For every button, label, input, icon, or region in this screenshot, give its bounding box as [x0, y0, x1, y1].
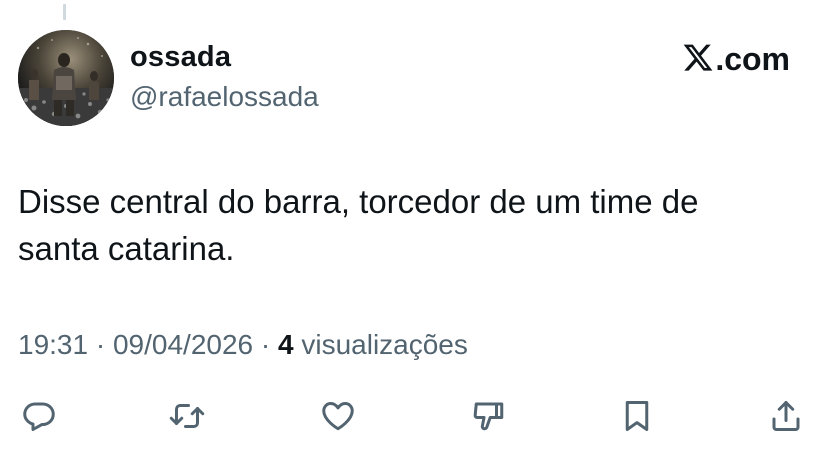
bookmark-icon — [625, 401, 649, 431]
like-button[interactable] — [315, 393, 361, 439]
views-count: 4 — [278, 329, 294, 360]
share-icon — [772, 401, 800, 431]
retweet-icon — [169, 404, 205, 428]
tweet-meta: 19:31 · 09/04/2026 · 4 visualizações — [18, 326, 468, 364]
brand-suffix: .com — [715, 41, 790, 77]
reply-button[interactable] — [16, 393, 62, 439]
tweet-text: Disse central do barra, torcedor de um t… — [18, 183, 699, 267]
reply-icon — [23, 402, 55, 431]
dislike-icon — [473, 402, 504, 431]
meta-separator: · — [260, 329, 271, 360]
action-bar — [0, 393, 828, 439]
meta-separator: · — [95, 329, 106, 360]
share-button[interactable] — [763, 393, 809, 439]
tweet-date[interactable]: 09/04/2026 — [113, 329, 253, 360]
retweet-button[interactable] — [164, 393, 210, 439]
author-display-name[interactable]: ossada — [130, 40, 231, 74]
tweet-time[interactable]: 19:31 — [18, 329, 88, 360]
bookmark-button[interactable] — [614, 393, 660, 439]
x-logo-icon — [683, 44, 713, 71]
views-label: visualizações — [301, 329, 468, 360]
like-icon — [322, 402, 354, 431]
author-handle[interactable]: @rafaelossada — [130, 80, 319, 114]
avatar[interactable] — [18, 30, 114, 126]
top-divider-mark — [63, 4, 66, 20]
dislike-button[interactable] — [466, 393, 512, 439]
brand-logo: .com — [682, 40, 790, 78]
